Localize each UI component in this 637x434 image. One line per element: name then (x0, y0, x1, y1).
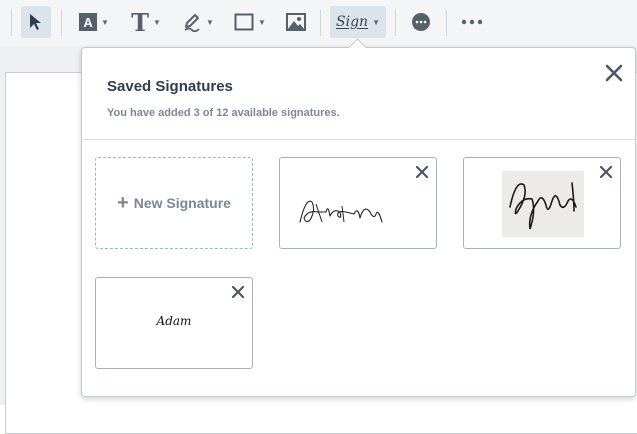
delete-signature-button[interactable] (414, 164, 430, 180)
panel-subtitle: You have added 3 of 12 available signatu… (107, 107, 340, 119)
toolbar-separator (320, 10, 321, 36)
delete-signature-button[interactable] (598, 164, 614, 180)
image-icon (286, 13, 306, 31)
panel-title: Saved Signatures (107, 78, 233, 95)
scanned-signature-image (502, 171, 584, 237)
signature-icon: Sign (336, 14, 369, 30)
signature-card[interactable]: Adam (95, 277, 253, 369)
typed-signature: Adam (156, 314, 192, 328)
text-t-icon: T (131, 7, 149, 37)
chevron-down-icon: ▼ (372, 17, 380, 27)
chevron-down-icon: ▼ (206, 17, 214, 27)
toolbar-separator (11, 10, 12, 36)
panel-divider (82, 139, 635, 140)
toolbar-separator (61, 10, 62, 36)
text-tool-button[interactable]: T ▼ (126, 6, 166, 38)
highlight-tool-button[interactable]: ▼ (178, 6, 218, 38)
close-icon (605, 64, 623, 82)
plus-icon: + (117, 191, 129, 214)
toolbar-separator (446, 10, 447, 36)
chat-bubble-icon (412, 13, 430, 31)
font-box-icon: A (79, 13, 98, 31)
new-signature-button[interactable]: + New Signature (95, 157, 253, 249)
image-tool-button[interactable] (282, 6, 310, 38)
chevron-down-icon: ▼ (258, 17, 266, 27)
close-icon (600, 166, 612, 178)
pen-icon (184, 14, 200, 32)
shape-tool-button[interactable]: ▼ (230, 6, 270, 38)
saved-signatures-panel: Saved Signatures You have added 3 of 12 … (81, 47, 636, 397)
close-icon (232, 286, 244, 298)
more-tool-button[interactable] (456, 6, 488, 38)
select-tool-button[interactable] (21, 6, 51, 38)
comment-tool-button[interactable] (406, 6, 436, 38)
toolbar: A ▼ T ▼ ▼ ▼ Sign ▼ (0, 0, 637, 46)
new-signature-label: New Signature (133, 195, 231, 211)
more-dots-icon (461, 19, 483, 25)
sign-tool-button[interactable]: Sign ▼ (330, 6, 386, 38)
toolbar-separator (395, 10, 396, 36)
drawn-signature-image (299, 200, 383, 223)
chevron-down-icon: ▼ (101, 17, 109, 27)
font-tool-button[interactable]: A ▼ (74, 6, 114, 38)
chevron-down-icon: ▼ (152, 17, 161, 27)
cursor-arrow-icon (30, 14, 41, 30)
close-icon (416, 166, 428, 178)
rectangle-icon (234, 13, 254, 31)
close-panel-button[interactable] (601, 60, 627, 86)
signature-card[interactable] (279, 157, 437, 249)
delete-signature-button[interactable] (230, 284, 246, 300)
signature-card[interactable] (463, 157, 621, 249)
